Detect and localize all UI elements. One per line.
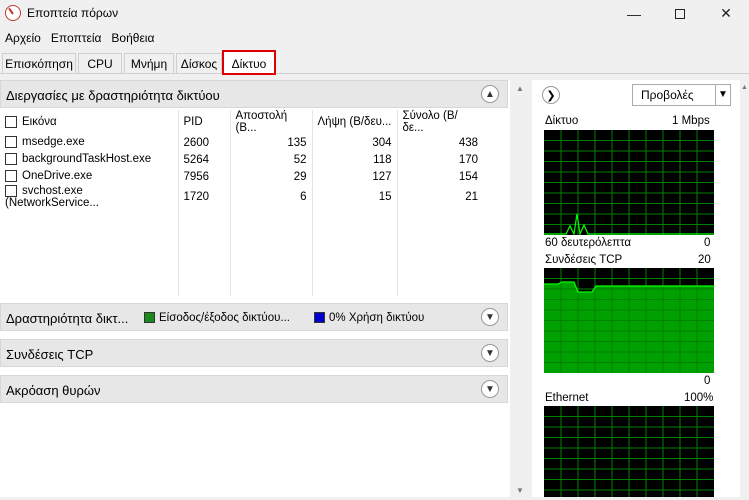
close-icon: ✕ [720,5,732,21]
row-checkbox[interactable] [5,136,17,149]
menu-file[interactable]: Αρχείο [0,28,46,48]
left-pane-scrollbar[interactable]: ▲ ▼ [511,80,529,497]
process-table: Εικόνα PID Αποστολή (Β... Λήψη (Β/δευ...… [0,110,483,297]
network-min-label: 0 [704,237,711,249]
network-usage-label: 0% Χρήση δικτύου [329,312,425,324]
table-row[interactable]: backgroundTaskHost.exe 5264 52 118 170 [0,151,483,168]
network-io-label: Είσοδος/έξοδος δικτύου... [159,312,290,324]
tcp-graph-label: Συνδέσεις TCP [545,254,623,266]
row-checkbox[interactable] [5,153,17,166]
network-graph [544,130,714,237]
chevron-right-icon: ❯ [546,89,556,102]
tab-overview[interactable]: Επισκόπηση [2,53,76,73]
chevron-down-icon: ▼ [718,89,728,100]
maximize-button[interactable] [657,0,703,27]
views-button[interactable]: Προβολές [632,84,717,106]
network-time-label: 60 δευτερόλεπτα [545,237,632,249]
maximize-icon [675,8,685,19]
scroll-up-icon[interactable]: ▲ [741,84,748,91]
processes-section-header[interactable]: Διεργασίες με δραστηριότητα δικτύου ▲ [0,80,508,108]
menu-monitor[interactable]: Εποπτεία [46,28,107,48]
row-checkbox[interactable] [5,185,17,197]
chevron-up-icon: ▲ [485,88,495,100]
network-usage-swatch [314,312,325,324]
title-bar: Εποπτεία πόρων — ✕ [0,0,749,27]
table-row[interactable]: OneDrive.exe 7956 29 127 154 [0,168,483,185]
scroll-up-icon[interactable]: ▲ [516,84,524,93]
resource-monitor-icon [5,5,21,21]
tab-network[interactable]: Δίκτυο [222,50,276,75]
table-row[interactable]: svchost.exe (NetworkService... 1720 6 15… [0,185,483,210]
expand-tcp-button[interactable]: ▼ [481,344,499,362]
network-graph-scale: 1 Mbps [672,115,710,127]
close-button[interactable]: ✕ [703,0,749,27]
tab-cpu[interactable]: CPU [78,53,122,73]
column-send[interactable]: Αποστολή (Β... [230,110,313,134]
views-dropdown-arrow[interactable]: ▼ [715,84,731,106]
menu-bar: Αρχείο Εποπτεία Βοήθεια [0,28,159,48]
ethernet-graph-scale: 100% [684,392,714,404]
tab-disk[interactable]: Δίσκος [176,53,222,73]
table-row[interactable]: msedge.exe 2600 135 304 438 [0,134,483,151]
tcp-graph-scale: 20 [698,254,711,266]
table-header-row: Εικόνα PID Αποστολή (Β... Λήψη (Β/δευ...… [0,110,483,134]
tcp-graph [544,268,714,373]
tab-memory[interactable]: Μνήμη [124,53,174,73]
chevron-down-icon: ▼ [485,383,495,395]
expand-activity-button[interactable]: ▼ [481,308,499,326]
right-pane-scrollbar[interactable]: ▲ [740,80,749,497]
tcp-section-title: Συνδέσεις TCP [6,347,94,362]
tab-strip: Επισκόπηση CPU Μνήμη Δίσκος Δίκτυο [0,50,749,75]
minimize-button[interactable]: — [611,0,657,27]
scroll-down-icon[interactable]: ▼ [516,486,524,495]
activity-section-header[interactable]: Δραστηριότητα δικτ... Είσοδος/έξοδος δικ… [0,303,508,331]
window-title: Εποπτεία πόρων [27,6,119,20]
column-image[interactable]: Εικόνα [0,110,179,134]
chevron-down-icon: ▼ [485,347,495,359]
tcp-graph-svg [544,268,714,373]
network-io-swatch [144,312,155,324]
tcp-min-label: 0 [704,375,711,387]
chevron-down-icon: ▼ [485,311,495,323]
collapse-graphs-button[interactable]: ❯ [542,86,560,104]
ethernet-graph [544,406,714,497]
expand-ports-button[interactable]: ▼ [481,380,499,398]
column-pid[interactable]: PID [178,110,231,134]
tcp-section-header[interactable]: Συνδέσεις TCP ▼ [0,339,508,367]
network-graph-label: Δίκτυο [545,115,579,127]
menu-help[interactable]: Βοήθεια [106,28,159,48]
network-graph-svg [544,130,714,237]
row-checkbox[interactable] [5,170,17,183]
ports-section-title: Ακρόαση θυρών [6,383,101,398]
column-total[interactable]: Σύνολο (Β/δε... [397,110,483,134]
ports-section-header[interactable]: Ακρόαση θυρών ▼ [0,375,508,403]
processes-section-title: Διεργασίες με δραστηριότητα δικτύου [6,88,220,103]
column-receive[interactable]: Λήψη (Β/δευ... [312,110,398,134]
activity-section-title: Δραστηριότητα δικτ... [6,311,129,326]
ethernet-graph-svg [544,406,714,497]
collapse-processes-button[interactable]: ▲ [481,85,499,103]
select-all-checkbox[interactable] [5,115,17,128]
minimize-icon: — [627,5,641,22]
ethernet-graph-label: Ethernet [545,392,589,404]
